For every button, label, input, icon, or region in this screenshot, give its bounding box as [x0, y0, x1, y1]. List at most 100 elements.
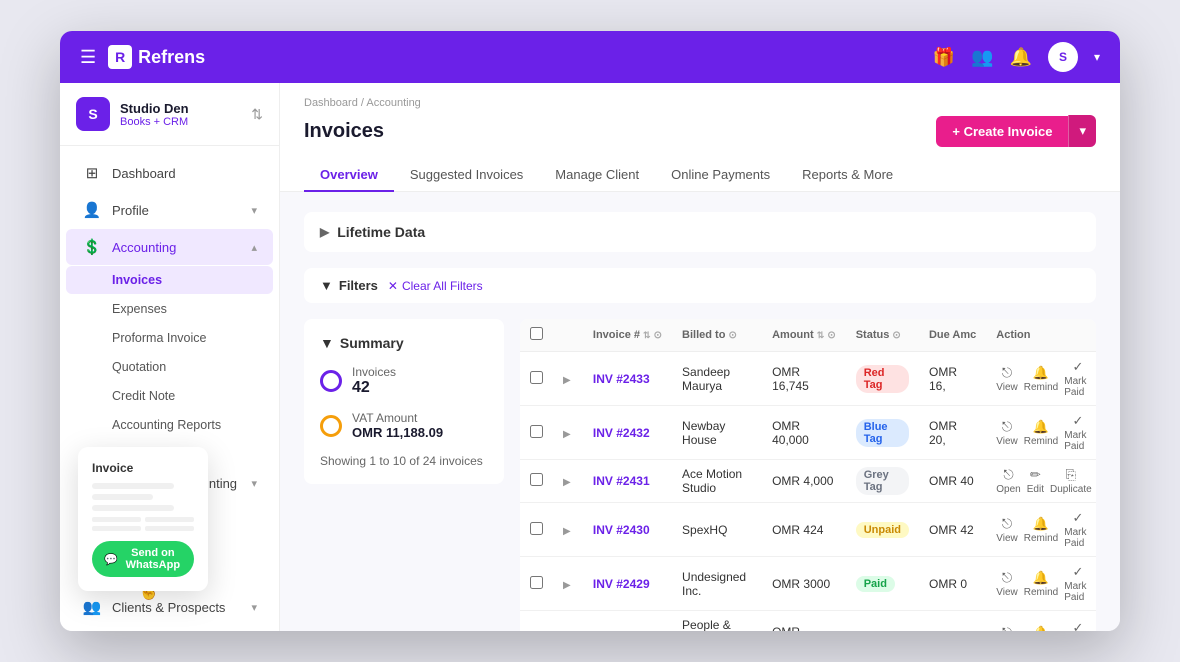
edit-action-btn[interactable]: ✏Edit — [1027, 467, 1044, 495]
remind-action-btn[interactable]: 🔔Remind — [1024, 365, 1058, 393]
row-checkbox[interactable] — [530, 425, 543, 438]
remind-action-btn[interactable]: 🔔Remind — [1024, 419, 1058, 447]
invoice-sort-icon[interactable]: ⇅ — [643, 330, 651, 340]
sidebar-item-accounting[interactable]: 💲 Accounting ▴ — [66, 229, 273, 265]
remind-action-btn[interactable]: 🔔Remind — [1024, 570, 1058, 598]
gift-icon[interactable]: 🎁 — [933, 47, 955, 68]
th-status: Status ⊙ — [846, 319, 919, 352]
row-invoice-id: INV #2431 — [583, 460, 672, 503]
invoice-link[interactable]: INV #2429 — [593, 577, 650, 591]
row-checkbox[interactable] — [530, 576, 543, 589]
invoice-link[interactable]: INV #2432 — [593, 426, 650, 440]
create-invoice-button[interactable]: + Create Invoice — [936, 116, 1068, 147]
sidebar-item-manage-team[interactable]: 🏢 Manage Team ▾ — [66, 626, 273, 631]
select-all-checkbox[interactable] — [530, 327, 543, 340]
clients-arrow-icon: ▾ — [251, 601, 257, 614]
duplicate-action-btn[interactable]: ⎘Duplicate — [1050, 467, 1092, 495]
workspace-avatar: S — [76, 97, 110, 131]
expand-arrow-icon[interactable]: ▶ — [563, 526, 571, 537]
clients-icon: 👥 — [82, 598, 102, 616]
tab-manage-client[interactable]: Manage Client — [539, 159, 655, 192]
view-action-btn[interactable]: ⎋View — [996, 570, 1018, 598]
sidebar-item-clients-prospects[interactable]: 👥 Clients & Prospects ▾ — [66, 589, 273, 625]
hamburger-icon[interactable]: ☰ — [80, 47, 96, 68]
mark-paid-action-btn[interactable]: ✓Mark Paid — [1064, 413, 1091, 452]
table-row: ▶ INV #2433 Sandeep Maurya OMR 16,745 Re… — [520, 352, 1096, 406]
workspace-name: Studio Den — [120, 101, 241, 116]
team-icon[interactable]: 👥 — [971, 47, 993, 68]
expand-arrow-icon[interactable]: ▶ — [563, 429, 571, 440]
sidebar-sub-credit-note[interactable]: Credit Note — [66, 382, 273, 410]
invoice-link[interactable]: INV #2431 — [593, 474, 650, 488]
invoice-link[interactable]: INV #2430 — [593, 523, 650, 537]
expand-arrow-icon[interactable]: ▶ — [563, 580, 571, 591]
row-due-amount: OMR 40 — [919, 460, 986, 503]
sidebar-dashboard-label: Dashboard — [112, 166, 257, 181]
row-checkbox[interactable] — [530, 371, 543, 384]
row-actions: ⎋View 🔔Remind ✓Mark Paid ··· — [986, 406, 1096, 460]
lifetime-data-label: Lifetime Data — [337, 224, 425, 240]
view-action-btn[interactable]: ⎋View — [996, 365, 1018, 393]
proforma-sub-label: Proforma Invoice — [112, 331, 206, 345]
invoice-link[interactable]: INV #2433 — [593, 372, 650, 386]
whatsapp-icon: 💬 — [104, 553, 118, 566]
invoice-filter-icon[interactable]: ⊙ — [654, 330, 662, 341]
whatsapp-send-button[interactable]: 💬 Send on WhatsApp — [92, 541, 194, 577]
view-action-btn[interactable]: ⎋View — [996, 516, 1018, 544]
billed-filter-icon[interactable]: ⊙ — [729, 330, 737, 341]
user-dropdown-icon[interactable]: ▾ — [1094, 50, 1100, 64]
tab-overview[interactable]: Overview — [304, 159, 394, 192]
user-avatar[interactable]: S — [1048, 42, 1078, 72]
open-action-btn[interactable]: ⎋Open — [996, 467, 1020, 495]
summary-title: ▼ Summary — [320, 335, 488, 351]
action-btns: ⎋View 🔔Remind ✓Mark Paid ··· — [996, 564, 1096, 603]
lifetime-data-section[interactable]: ▶ Lifetime Data — [304, 212, 1096, 252]
sidebar-sub-proforma[interactable]: Proforma Invoice — [66, 324, 273, 352]
mark-paid-action-btn[interactable]: ✓Mark Paid — [1064, 359, 1091, 398]
row-due-amount: OMR 16, — [919, 352, 986, 406]
popup-grid — [92, 517, 194, 531]
row-expand-cell: ▶ — [553, 611, 583, 632]
remind-action-btn[interactable]: 🔔Remind — [1024, 625, 1058, 631]
mark-paid-action-btn[interactable]: ✓Mark Paid — [1064, 620, 1091, 632]
expand-arrow-icon[interactable]: ▶ — [563, 375, 571, 386]
row-due-amount: OMR 0 — [919, 557, 986, 611]
tab-online-payments[interactable]: Online Payments — [655, 159, 786, 192]
app-name: Refrens — [138, 47, 205, 68]
sidebar-item-dashboard[interactable]: ⊞ Dashboard — [66, 155, 273, 191]
sidebar-sub-invoices[interactable]: Invoices — [66, 266, 273, 294]
bell-icon[interactable]: 🔔 — [1010, 47, 1032, 68]
tab-reports-more[interactable]: Reports & More — [786, 159, 909, 192]
amount-filter-icon[interactable]: ⊙ — [827, 330, 835, 341]
sidebar-sub-accounting-reports[interactable]: Accounting Reports — [66, 411, 273, 439]
amount-sort-icon[interactable]: ⇅ — [817, 330, 825, 340]
row-checkbox[interactable] — [530, 522, 543, 535]
remind-action-btn[interactable]: 🔔Remind — [1024, 516, 1058, 544]
clear-filters-button[interactable]: ✕ Clear All Filters — [388, 279, 483, 293]
view-action-btn[interactable]: ⎋View — [996, 419, 1018, 447]
action-btns: ⎋View 🔔Remind ✓Mark Paid ··· — [996, 620, 1096, 632]
status-filter-icon[interactable]: ⊙ — [892, 330, 900, 341]
expand-arrow-icon[interactable]: ▶ — [563, 477, 571, 488]
sidebar-sub-quotation[interactable]: Quotation — [66, 353, 273, 381]
mark-paid-action-btn[interactable]: ✓Mark Paid — [1064, 510, 1091, 549]
row-checkbox[interactable] — [530, 473, 543, 486]
mark-paid-action-btn[interactable]: ✓Mark Paid — [1064, 564, 1091, 603]
summary-card: ▼ Summary Invoices 42 — [304, 319, 504, 484]
table-row: ▶ INV #2432 Newbay House OMR 40,000 Blue… — [520, 406, 1096, 460]
tab-suggested-invoices[interactable]: Suggested Invoices — [394, 159, 539, 192]
status-badge: Paid — [856, 576, 895, 592]
row-amount: OMR 424 — [762, 503, 846, 557]
create-invoice-dropdown-button[interactable]: ▾ — [1068, 115, 1096, 147]
filters-label: ▼ Filters — [320, 278, 378, 293]
status-badge: Red Tag — [856, 365, 909, 393]
logo-area: R Refrens — [108, 45, 933, 69]
sidebar-sub-expenses[interactable]: Expenses — [66, 295, 273, 323]
workspace-selector[interactable]: S Studio Den Books + CRM ⇅ — [60, 83, 279, 146]
sidebar-item-profile[interactable]: 👤 Profile ▾ — [66, 192, 273, 228]
popup-cell-4 — [145, 526, 194, 531]
row-due-amount: OMR 42 — [919, 503, 986, 557]
popup-cell-1 — [92, 517, 141, 522]
view-action-btn[interactable]: ⎋View — [996, 625, 1018, 631]
action-btns: ⎋Open ✏Edit ⎘Duplicate ··· — [996, 467, 1096, 495]
